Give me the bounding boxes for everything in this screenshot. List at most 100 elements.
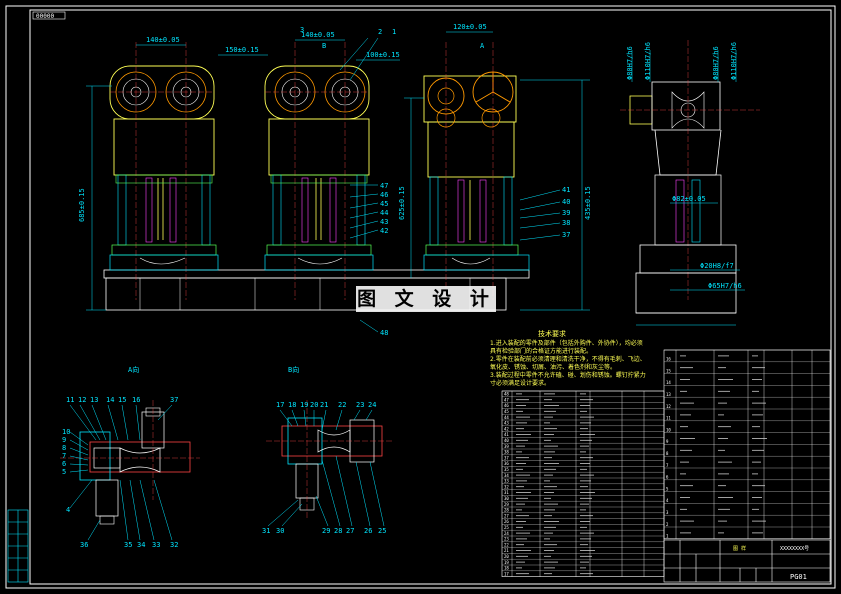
- sa-callout-4: 4: [66, 506, 70, 514]
- bom-row-number: 17: [504, 571, 509, 576]
- sb-callout-25: 25: [378, 527, 386, 535]
- title-block-label: 图 样: [733, 545, 746, 552]
- dim-vertical-1: 685±0.15: [78, 188, 86, 222]
- sa-callout-37: 37: [170, 396, 178, 404]
- bom-row-number: 46: [504, 403, 509, 408]
- sb-callout-27: 27: [346, 527, 354, 535]
- bom-row-number: 23: [504, 537, 509, 542]
- left-margin-boxes: [7, 509, 29, 583]
- side-dim-7: Φ65H7/h6: [708, 282, 742, 290]
- sa-callout-6: 6: [62, 460, 66, 468]
- roller-unit-3: [423, 42, 530, 300]
- sb-callout-24: 24: [368, 401, 376, 409]
- sa-callout-5: 5: [62, 468, 66, 476]
- section-b-title: B向: [288, 365, 299, 374]
- bom-row-number: 25: [504, 525, 509, 530]
- bom-row-number: 21: [504, 548, 509, 553]
- bom-row-number: 3: [666, 510, 669, 515]
- side-dim-1: Φ80H7/h6: [626, 46, 634, 80]
- callout-45: 45: [380, 200, 388, 208]
- sa-callout-9: 9: [62, 436, 66, 444]
- side-dim-3: Φ80H7/h6: [712, 46, 720, 80]
- callout-41: 41: [562, 186, 570, 194]
- bom-row-number: 5: [666, 486, 669, 491]
- sa-callout-13: 13: [90, 396, 98, 404]
- sb-callout-31: 31: [262, 527, 270, 535]
- callout-3: 3: [300, 26, 304, 34]
- company-code: XXXXXXXX号: [780, 546, 809, 552]
- sa-callout-14: 14: [106, 396, 114, 404]
- roller-unit-2: [264, 42, 374, 300]
- bom-row-number: 7: [666, 463, 669, 468]
- bom-row-number: 2: [666, 522, 669, 527]
- bom-table-right: 16 15 14 13 12 11 10 9 8 7 6 5 4 3 2 1: [663, 349, 831, 540]
- view-marker-b: B: [322, 42, 326, 50]
- view-marker-a: A: [480, 42, 485, 50]
- callout-42: 42: [380, 227, 388, 235]
- roller-unit-1: [109, 42, 219, 300]
- bom-row-number: 30: [504, 496, 509, 501]
- section-a-title: A向: [128, 365, 139, 374]
- callout-47: 47: [380, 182, 388, 190]
- sa-callout-34: 34: [137, 541, 145, 549]
- bom-row-number: 35: [504, 467, 509, 472]
- bom-row-number: 11: [666, 416, 671, 421]
- sb-callout-18: 18: [288, 401, 296, 409]
- side-dim-5: Φ82±0.05: [672, 195, 706, 203]
- bom-row-number: 16: [666, 357, 671, 362]
- bom-row-number: 14: [666, 380, 671, 385]
- bom-row-number: 1: [666, 534, 669, 539]
- bom-row-number: 26: [504, 519, 509, 524]
- sa-callout-8: 8: [62, 444, 66, 452]
- tech-req-line-3: 2.零件在装配前必须清理和清洗干净，不得有毛刺、飞边、: [490, 355, 646, 363]
- sb-callout-22: 22: [338, 401, 346, 409]
- bom-row-number: 39: [504, 444, 509, 449]
- callout-43: 43: [380, 218, 388, 226]
- dim-top-4: 100±0.15: [366, 51, 400, 59]
- bom-row-number: 32: [504, 484, 509, 489]
- bom-row-number: 4: [666, 498, 669, 503]
- sb-callout-21: 21: [320, 401, 328, 409]
- tech-req-line-2: 具有检验部门的合格证方能进行装配。: [490, 347, 592, 355]
- bom-row-number: 37: [504, 455, 509, 460]
- sb-callout-19: 19: [300, 401, 308, 409]
- bom-row-number: 45: [504, 409, 509, 414]
- tech-req-line-5: 3.装配过程中零件不允许磕、碰、划伤和锈蚀。螺钉拧紧力: [490, 371, 646, 379]
- sb-callout-23: 23: [356, 401, 364, 409]
- callout-39: 39: [562, 209, 570, 217]
- bom-row-number: 9: [666, 439, 669, 444]
- front-view: 140±0.05 150±0.15 140±0.05 100±0.15 120±…: [78, 23, 592, 337]
- sb-callout-29: 29: [322, 527, 330, 535]
- bom-row-number: 34: [504, 473, 509, 478]
- sb-callout-30: 30: [276, 527, 284, 535]
- sa-callout-16: 16: [132, 396, 140, 404]
- bom-row-number: 36: [504, 461, 509, 466]
- callout-40: 40: [562, 198, 570, 206]
- sa-callout-11: 11: [66, 396, 74, 404]
- dim-vertical-2: 625±0.15: [398, 186, 406, 220]
- callout-48: 48: [380, 329, 388, 337]
- dim-top-5: 120±0.05: [453, 23, 487, 31]
- sa-callout-12: 12: [78, 396, 86, 404]
- bom-row-number: 6: [666, 475, 669, 480]
- bom-row-number: 48: [504, 392, 509, 397]
- bom-row-number: 44: [504, 415, 509, 420]
- technical-requirements: 技术要求 1.进入装配的零件及部件（包括外购件、外协件），均必须 具有检验部门的…: [490, 329, 646, 387]
- side-view: Φ80H7/h6 Φ110H7/h6 Φ80H7/h6 Φ110H7/h6 Φ8…: [620, 40, 760, 326]
- dim-top-1: 140±0.05: [146, 36, 180, 44]
- bom-row-number: 38: [504, 450, 509, 455]
- sa-callout-32: 32: [170, 541, 178, 549]
- bom-row-number: 22: [504, 542, 509, 547]
- sb-callout-17: 17: [276, 401, 284, 409]
- side-dim-2: Φ110H7/h6: [644, 42, 652, 80]
- dim-vertical-3: 435±0.15: [584, 186, 592, 220]
- callout-1: 1: [392, 28, 396, 36]
- tech-req-line-6: 寸必须满足设计要求。: [490, 379, 550, 387]
- bom-row-number: 43: [504, 421, 509, 426]
- bom-row-number: 24: [504, 531, 509, 536]
- bom-row-number: 18: [504, 566, 509, 571]
- bom-row-number: 10: [666, 427, 671, 432]
- bom-row-number: 41: [504, 432, 509, 437]
- callout-44: 44: [380, 209, 388, 217]
- sa-callout-10: 10: [62, 428, 70, 436]
